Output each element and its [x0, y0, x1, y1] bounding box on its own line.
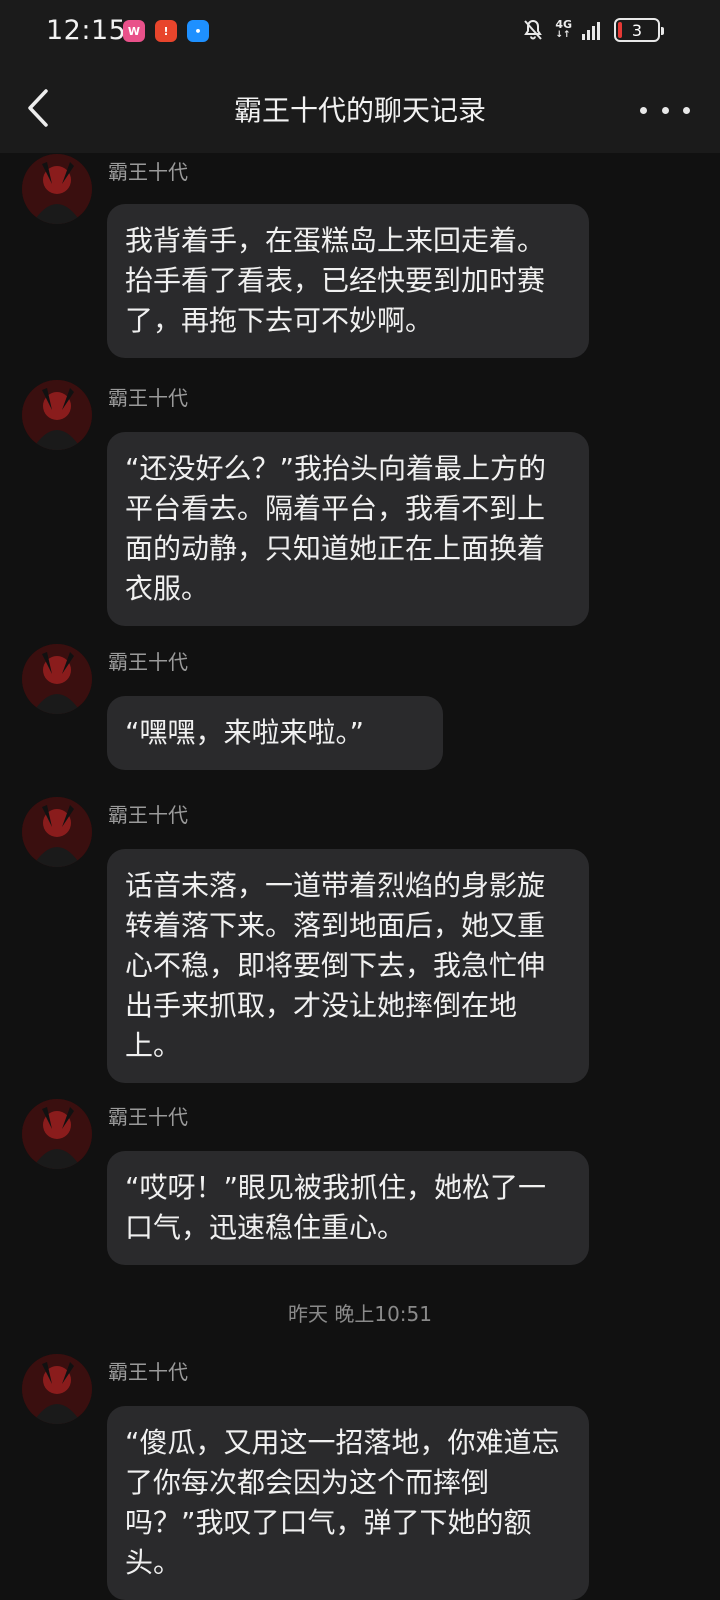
message-bubble[interactable]: “还没好么？”我抬头向着最上方的平台看去。隔着平台，我看不到上面的动静，只知道她… — [107, 432, 589, 626]
avatar[interactable] — [22, 154, 92, 224]
signal-icon — [582, 22, 600, 40]
weibo-icon: W — [123, 20, 145, 42]
red-app-icon: ! — [155, 20, 177, 42]
battery-icon: 3 — [614, 18, 664, 42]
sender-name: 霸王十代 — [108, 803, 188, 827]
timestamp: 昨天 晚上10:51 — [288, 1302, 432, 1326]
status-time: 12:15 — [46, 15, 127, 46]
sender-name: 霸王十代 — [108, 160, 188, 184]
network-type: 4G ↓↑ — [555, 18, 572, 40]
message-bubble[interactable]: “嘿嘿，来啦来啦。” — [107, 696, 443, 770]
avatar[interactable] — [22, 380, 92, 450]
sender-name: 霸王十代 — [108, 1360, 188, 1384]
page-title: 霸王十代的聊天记录 — [233, 94, 486, 127]
message-bubble[interactable]: “傻瓜，又用这一招落地，你难道忘了你每次都会因为这个而摔倒吗？”我叹了口气，弹了… — [107, 1406, 589, 1600]
sender-name: 霸王十代 — [108, 1105, 188, 1129]
sender-name: 霸王十代 — [108, 386, 188, 410]
avatar[interactable] — [22, 1354, 92, 1424]
more-options-button[interactable] — [640, 95, 690, 125]
sender-name: 霸王十代 — [108, 650, 188, 674]
avatar[interactable] — [22, 644, 92, 714]
chat-app-icon: • — [187, 20, 209, 42]
message-bubble[interactable]: 话音未落，一道带着烈焰的身影旋转着落下来。落到地面后，她又重心不稳，即将要倒下去… — [107, 849, 589, 1083]
chat-history-screen: 12:15 W ! • 4G ↓↑ 3 霸王十代的聊天记录 霸王十代 我背着手，… — [0, 0, 720, 1600]
avatar[interactable] — [22, 1099, 92, 1169]
mute-bell-icon — [524, 19, 543, 40]
status-app-icons: W ! • — [123, 20, 209, 42]
status-right: 4G ↓↑ 3 — [521, 18, 664, 42]
message-bubble[interactable]: 我背着手，在蛋糕岛上来回走着。抬手看了看表，已经快要到加时赛了，再拖下去可不妙啊… — [107, 204, 589, 358]
battery-level: 3 — [631, 20, 643, 40]
more-dots-icon — [640, 106, 647, 114]
top-bar: 12:15 W ! • 4G ↓↑ 3 霸王十代的聊天记录 — [0, 0, 720, 153]
avatar[interactable] — [22, 797, 92, 867]
message-bubble[interactable]: “哎呀！”眼见被我抓住，她松了一口气，迅速稳住重心。 — [107, 1151, 589, 1265]
